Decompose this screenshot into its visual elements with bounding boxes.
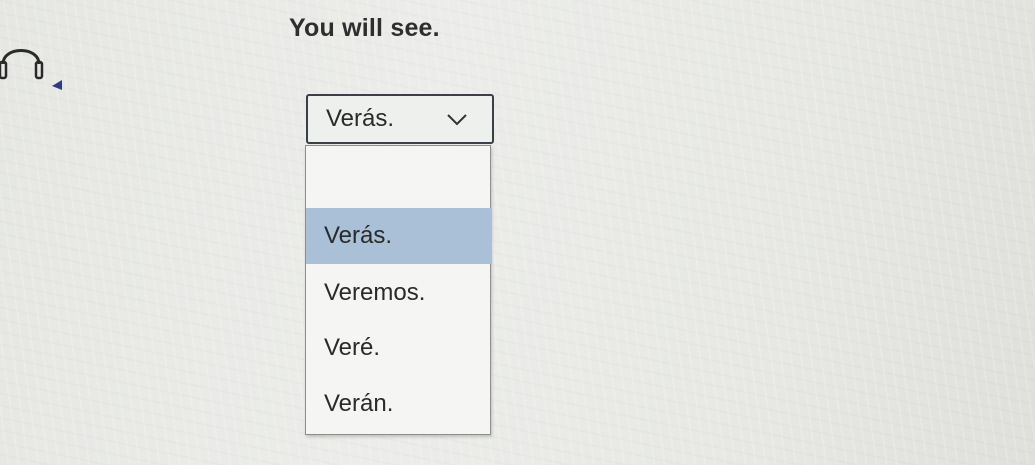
- prompt-text: You will see.: [289, 14, 440, 42]
- select-dropdown-list: Verás. Veremos. Veré. Verán.: [305, 145, 492, 435]
- answer-select[interactable]: Verás.: [306, 94, 494, 144]
- select-current-value: Verás.: [326, 105, 395, 132]
- headphones-icon: [0, 49, 62, 90]
- select-option-veremos[interactable]: Veremos.: [306, 265, 492, 321]
- play-audio-button[interactable]: [0, 34, 64, 94]
- screen-moire-overlay: [0, 0, 1035, 465]
- select-option-vere[interactable]: Veré.: [306, 320, 492, 376]
- select-option-veras[interactable]: Verás.: [306, 208, 492, 264]
- select-option-veran[interactable]: Verán.: [306, 376, 492, 432]
- chevron-down-icon: [447, 114, 467, 126]
- select-option-blank[interactable]: [306, 146, 492, 202]
